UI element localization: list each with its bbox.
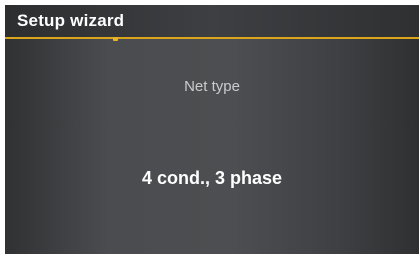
header-divider xyxy=(5,37,419,39)
wizard-progress-marker xyxy=(113,37,118,41)
wizard-screen: Setup wizard Net type 4 cond., 3 phase xyxy=(5,5,419,254)
setting-label: Net type xyxy=(184,78,240,95)
page-title: Setup wizard xyxy=(17,11,125,30)
header-bar: Setup wizard xyxy=(5,5,419,37)
setting-value[interactable]: 4 cond., 3 phase xyxy=(5,168,419,189)
